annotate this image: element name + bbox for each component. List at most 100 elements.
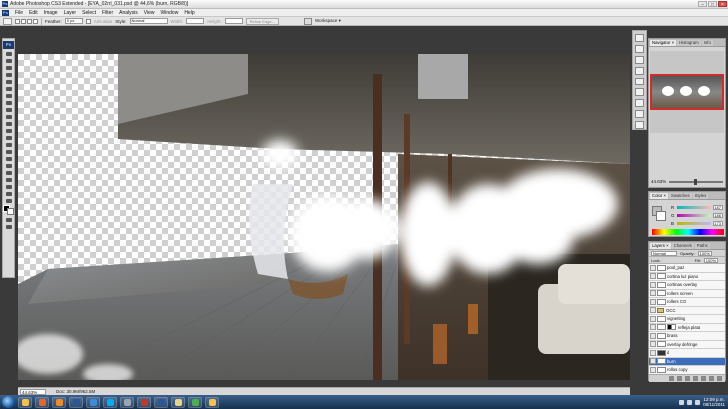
animation-icon[interactable] <box>635 99 644 108</box>
close-button[interactable]: × <box>718 1 727 8</box>
lasso-tool-icon[interactable] <box>4 65 13 70</box>
color-spectrum[interactable] <box>652 229 724 235</box>
red-slider[interactable] <box>677 205 711 209</box>
workspace-icon[interactable] <box>303 17 312 25</box>
visibility-eye-icon[interactable] <box>650 341 656 348</box>
layer-row[interactable]: overlay defringe <box>649 340 725 349</box>
hand-tool-icon[interactable] <box>4 191 13 196</box>
navigator-preview[interactable] <box>650 51 724 133</box>
layer-row[interactable]: burn <box>649 357 725 366</box>
new-layer-icon[interactable] <box>709 376 714 381</box>
taskbar-app-button[interactable] <box>188 396 202 408</box>
color-swatches[interactable] <box>3 205 14 215</box>
magic-wand-tool-icon[interactable] <box>4 72 13 77</box>
layer-row[interactable]: refleja plata <box>649 323 725 332</box>
layer-row[interactable]: pool_paz <box>649 264 725 273</box>
zoom-tool-icon[interactable] <box>4 198 13 203</box>
menu-select[interactable]: Select <box>79 10 99 16</box>
history-brush-tool-icon[interactable] <box>4 114 13 119</box>
adjustment-layer-icon[interactable] <box>693 376 698 381</box>
minimize-button[interactable]: – <box>698 1 707 8</box>
intersect-selection-icon[interactable] <box>33 18 38 24</box>
layer-mask-thumbnail[interactable] <box>667 324 676 331</box>
brush-tool-icon[interactable] <box>4 100 13 105</box>
new-group-icon[interactable] <box>701 376 706 381</box>
fill-input[interactable]: 100% <box>703 257 718 263</box>
layer-row[interactable]: brass <box>649 332 725 341</box>
tray-icon[interactable] <box>679 399 685 405</box>
tab-info[interactable]: Info <box>701 40 713 46</box>
color-background-swatch[interactable] <box>656 211 666 221</box>
refine-edge-button[interactable]: Refine Edge... <box>245 17 279 25</box>
clone-stamp-tool-icon[interactable] <box>4 107 13 112</box>
red-value[interactable]: 187 <box>713 204 723 210</box>
screen-mode-icon[interactable] <box>4 224 13 229</box>
layer-list[interactable]: pool_paz cortina luz piano cortinas overla… <box>649 264 725 374</box>
layer-row[interactable]: cortina luz piano <box>649 272 725 281</box>
blue-slider[interactable] <box>677 221 711 225</box>
taskbar-app-button[interactable] <box>52 396 66 408</box>
move-tool-icon[interactable] <box>4 51 13 56</box>
menu-window[interactable]: Window <box>158 10 182 16</box>
tab-channels[interactable]: Channels <box>671 243 694 249</box>
taskbar-app-button[interactable] <box>18 396 32 408</box>
marquee-tool-icon[interactable] <box>4 58 13 63</box>
start-button[interactable] <box>2 396 15 408</box>
visibility-eye-icon[interactable] <box>650 349 656 356</box>
link-layers-icon[interactable] <box>669 376 674 381</box>
shape-tool-icon[interactable] <box>4 170 13 175</box>
blur-tool-icon[interactable] <box>4 135 13 140</box>
history-icon[interactable] <box>635 55 644 64</box>
width-input[interactable] <box>186 18 205 24</box>
visibility-eye-icon[interactable] <box>650 264 656 271</box>
document-canvas[interactable] <box>18 54 630 380</box>
gradient-tool-icon[interactable] <box>4 128 13 133</box>
layer-row[interactable]: OCC <box>649 306 725 315</box>
visibility-eye-icon[interactable] <box>650 324 656 331</box>
taskbar-app-button[interactable] <box>137 396 151 408</box>
network-tray-icon[interactable] <box>695 399 701 405</box>
taskbar-app-button[interactable] <box>103 396 117 408</box>
visibility-eye-icon[interactable] <box>650 290 656 297</box>
clone-source-icon[interactable] <box>635 77 644 86</box>
opacity-input[interactable]: 100% <box>697 250 712 256</box>
tab-styles[interactable]: Styles <box>692 193 709 199</box>
tab-histogram[interactable]: Histogram <box>677 40 701 46</box>
taskbar-app-button[interactable] <box>35 396 49 408</box>
visibility-eye-icon[interactable] <box>650 281 656 288</box>
tab-swatches[interactable]: Swatches <box>668 193 692 199</box>
layer-row[interactable]: rollers screen <box>649 289 725 298</box>
paragraph-icon[interactable] <box>635 121 644 130</box>
visibility-eye-icon[interactable] <box>650 366 656 373</box>
menu-layer[interactable]: Layer <box>61 10 80 16</box>
taskbar-app-button[interactable] <box>86 396 100 408</box>
blue-value[interactable]: 173 <box>713 220 723 226</box>
subtract-selection-icon[interactable] <box>27 18 32 24</box>
visibility-eye-icon[interactable] <box>650 307 656 314</box>
actions-icon[interactable] <box>635 66 644 75</box>
menu-file[interactable]: File <box>12 10 26 16</box>
layer-row[interactable]: vignetting <box>649 315 725 324</box>
green-slider[interactable] <box>677 213 711 217</box>
volume-icon[interactable] <box>687 399 693 405</box>
workspace-menu[interactable]: Workspace ▾ <box>315 18 341 24</box>
maximize-button[interactable]: □ <box>708 1 717 8</box>
height-input[interactable] <box>224 18 243 24</box>
navigator-view-box[interactable] <box>650 74 724 110</box>
notes-tool-icon[interactable] <box>4 177 13 182</box>
brushes-icon[interactable] <box>635 34 644 42</box>
taskbar-app-button[interactable] <box>171 396 185 408</box>
menu-filter[interactable]: Filter <box>99 10 116 16</box>
taskbar-app-button[interactable] <box>120 396 134 408</box>
visibility-eye-icon[interactable] <box>650 273 656 280</box>
taskbar-app-button[interactable] <box>154 396 168 408</box>
visibility-eye-icon[interactable] <box>650 332 656 339</box>
dodge-tool-icon[interactable] <box>4 142 13 147</box>
layer-row[interactable]: rollos copy <box>649 366 725 374</box>
crop-tool-icon[interactable] <box>4 79 13 84</box>
new-selection-icon[interactable] <box>15 18 20 24</box>
antialias-checkbox[interactable] <box>85 18 91 24</box>
add-mask-icon[interactable] <box>685 376 690 381</box>
menu-image[interactable]: Image <box>41 10 61 16</box>
doc-info[interactable]: Doc: 30.9M/962.5M <box>56 389 95 394</box>
